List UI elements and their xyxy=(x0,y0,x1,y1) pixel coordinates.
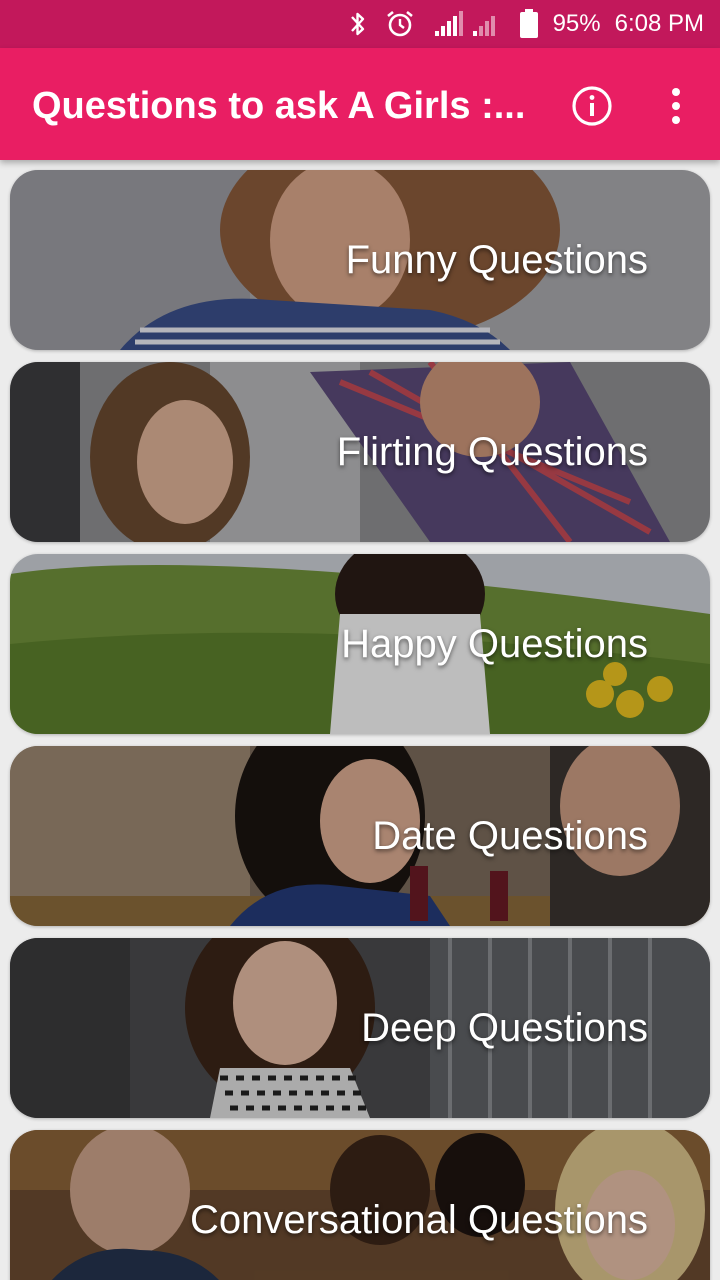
bluetooth-icon xyxy=(349,10,367,38)
battery-percent: 95% xyxy=(552,10,601,37)
app-title: Questions to ask A Girls :... xyxy=(32,85,526,127)
category-card-conversational[interactable]: Conversational Questions xyxy=(10,1130,710,1280)
category-card-flirting[interactable]: Flirting Questions xyxy=(10,362,710,542)
category-label: Date Questions xyxy=(372,813,648,858)
category-card-happy[interactable]: Happy Questions xyxy=(10,554,710,734)
app-bar: Questions to ask A Girls :... xyxy=(0,48,720,160)
category-label: Happy Questions xyxy=(341,621,648,666)
signal-icon xyxy=(433,11,467,37)
battery-icon xyxy=(519,9,539,39)
category-card-funny[interactable]: Funny Questions xyxy=(10,170,710,350)
category-list: Funny Questions Flirting Questions Happy… xyxy=(0,160,720,1280)
overflow-menu-button[interactable] xyxy=(650,78,702,134)
category-label: Conversational Questions xyxy=(189,1197,648,1242)
overflow-menu-icon xyxy=(672,88,680,124)
status-bar: 95% 6:08 PM xyxy=(0,0,720,48)
category-label: Deep Questions xyxy=(361,1005,648,1050)
alarm-icon xyxy=(385,9,415,39)
category-label: Funny Questions xyxy=(345,237,648,282)
info-icon xyxy=(572,86,612,126)
category-card-deep[interactable]: Deep Questions xyxy=(10,938,710,1118)
category-label: Flirting Questions xyxy=(336,429,648,474)
info-button[interactable] xyxy=(566,80,618,132)
clock: 6:08 PM xyxy=(614,10,704,37)
signal-weak-icon xyxy=(471,11,501,37)
category-card-date[interactable]: Date Questions xyxy=(10,746,710,926)
